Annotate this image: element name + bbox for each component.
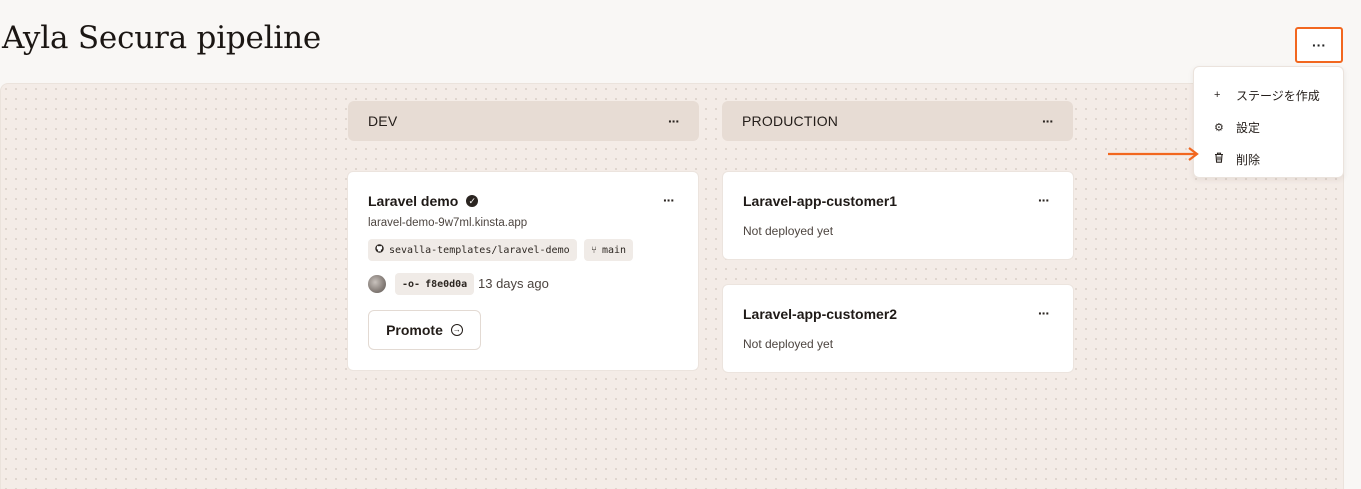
branch-name: main: [602, 244, 627, 256]
commit-chip[interactable]: -o- f8e0d0a: [395, 273, 475, 295]
deploy-status: Not deployed yet: [743, 224, 834, 238]
app-card-customer2[interactable]: Laravel-app-customer2 ··· Not deployed y…: [722, 284, 1074, 373]
app-card-laravel-demo[interactable]: Laravel demo ✓ ··· laravel-demo-9w7ml.kin…: [347, 171, 699, 371]
menu-item-label: 設定: [1236, 120, 1261, 135]
menu-item-label: 削除: [1236, 152, 1261, 167]
app-name: Laravel demo ✓: [368, 193, 479, 209]
stage-label: PRODUCTION: [742, 113, 839, 129]
annotation-arrow-icon: [1108, 147, 1199, 161]
menu-item-settings[interactable]: ⚙ 設定: [1194, 111, 1343, 143]
app-url[interactable]: laravel-demo-9w7ml.kinsta.app: [368, 217, 527, 229]
pipeline-dropdown-menu: + ステージを作成 ⚙ 設定 削除: [1193, 66, 1344, 178]
promote-button[interactable]: Promote →: [368, 310, 481, 350]
deploy-status: Not deployed yet: [743, 337, 834, 351]
stage-header-dev: DEV ···: [348, 101, 699, 141]
verified-icon: ✓: [466, 195, 479, 208]
menu-item-delete[interactable]: 削除: [1194, 143, 1343, 175]
pipeline-more-button[interactable]: ···: [1295, 27, 1343, 63]
commit-hash: f8e0d0a: [425, 278, 468, 290]
github-icon: [375, 244, 384, 256]
card-menu-button[interactable]: ···: [663, 193, 675, 207]
promote-label: Promote: [386, 322, 443, 338]
avatar: [368, 275, 386, 293]
stage-menu-button[interactable]: ···: [668, 114, 680, 128]
pipeline-page: Ayla Secura pipeline ··· DEV ··· PRODUCT…: [0, 0, 1361, 489]
page-title: Ayla Secura pipeline: [2, 20, 322, 56]
deployed-time: 13 days ago: [478, 276, 549, 291]
gear-icon: ⚙: [1214, 121, 1224, 134]
menu-item-create-stage[interactable]: + ステージを作成: [1194, 79, 1343, 111]
arrow-right-circle-icon: →: [450, 324, 463, 336]
app-name: Laravel-app-customer1: [743, 193, 898, 209]
app-name: Laravel-app-customer2: [743, 306, 898, 322]
card-menu-button[interactable]: ···: [1038, 193, 1050, 207]
stage-menu-button[interactable]: ···: [1042, 114, 1054, 128]
branch-chip[interactable]: ⑂ main: [584, 239, 634, 261]
pipeline-canvas: DEV ··· PRODUCTION ··· Laravel demo ✓ ···…: [0, 83, 1344, 489]
stage-header-production: PRODUCTION ···: [722, 101, 1073, 141]
repo-chip[interactable]: sevalla-templates/laravel-demo: [368, 239, 577, 261]
menu-item-label: ステージを作成: [1236, 88, 1320, 103]
plus-icon: +: [1214, 89, 1221, 101]
repo-name: sevalla-templates/laravel-demo: [389, 244, 570, 256]
stage-label: DEV: [368, 113, 398, 129]
branch-icon: ⑂: [591, 244, 597, 256]
app-card-customer1[interactable]: Laravel-app-customer1 ··· Not deployed y…: [722, 171, 1074, 260]
card-menu-button[interactable]: ···: [1038, 306, 1050, 320]
trash-icon: [1214, 152, 1230, 166]
commit-icon: -o-: [402, 278, 421, 290]
